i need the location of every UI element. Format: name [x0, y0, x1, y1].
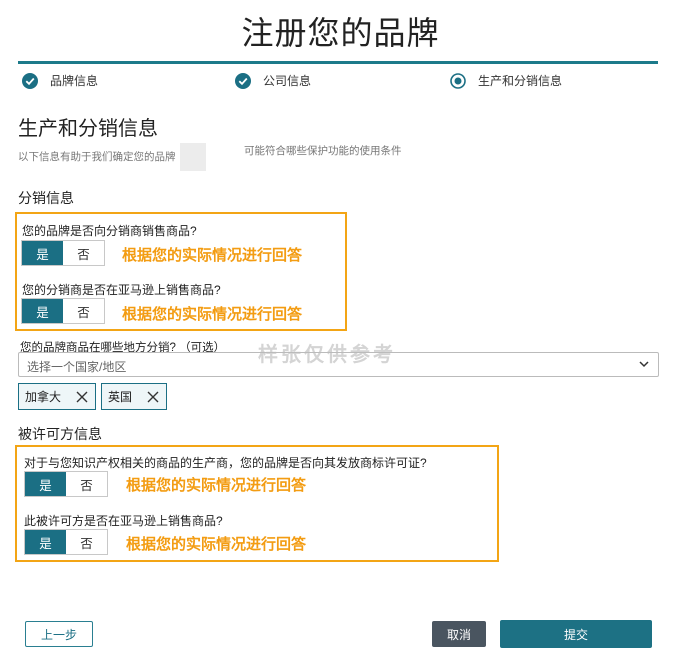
radio-current-icon	[450, 72, 466, 89]
distribution-question-2: 您的分销商是否在亚马逊上销售商品?	[22, 283, 221, 297]
no-option[interactable]: 否	[63, 241, 104, 265]
answer-hint: 根据您的实际情况进行回答	[126, 536, 307, 553]
step-label: 生产和分销信息	[478, 74, 563, 88]
step-brand-info: 品牌信息	[22, 72, 98, 89]
previous-step-button[interactable]: 上一步	[25, 621, 93, 647]
licensee-question-1: 对于与您知识产权相关的商品的生产商，您的品牌是否向其发放商标许可证?	[24, 456, 427, 470]
submit-button[interactable]: 提交	[500, 620, 652, 648]
redacted-brand-name	[180, 143, 207, 171]
answer-hint: 根据您的实际情况进行回答	[122, 247, 303, 264]
distribution-question-1: 您的品牌是否向分销商销售商品?	[22, 224, 197, 238]
step-company-info: 公司信息	[235, 72, 311, 89]
yes-option[interactable]: 是	[22, 299, 63, 323]
licensee-question-2: 此被许可方是否在亚马逊上销售商品?	[24, 514, 223, 528]
step-production-distribution: 生产和分销信息	[450, 72, 562, 89]
region-select-placeholder: 选择一个国家/地区	[27, 360, 127, 374]
licensee-heading: 被许可方信息	[18, 426, 102, 442]
region-chip-label: 加拿大	[25, 390, 62, 404]
check-circle-icon	[22, 72, 38, 89]
distribution-q1-toggle: 是 否	[21, 240, 105, 266]
yes-option[interactable]: 是	[25, 530, 66, 554]
check-circle-icon	[235, 72, 251, 89]
section-subtitle-part2: 可能符合哪些保护功能的使用条件	[244, 145, 402, 157]
yes-option[interactable]: 是	[22, 241, 63, 265]
region-select[interactable]: 选择一个国家/地区	[18, 352, 659, 377]
section-subtitle: 以下信息有助于我们确定您的品牌 可能符合哪些保护功能的使用条件	[18, 143, 402, 171]
close-icon[interactable]	[146, 390, 160, 404]
progress-bar	[18, 61, 658, 64]
no-option[interactable]: 否	[66, 472, 107, 496]
chevron-down-icon	[639, 361, 649, 368]
section-subtitle-part1: 以下信息有助于我们确定您的品牌	[18, 150, 176, 163]
page-title: 注册您的品牌	[241, 15, 440, 51]
yes-option[interactable]: 是	[25, 472, 66, 496]
no-option[interactable]: 否	[66, 530, 107, 554]
region-chip-label: 英国	[108, 390, 133, 404]
distribution-q2-toggle: 是 否	[21, 298, 105, 324]
distribution-heading: 分销信息	[18, 190, 74, 206]
section-title: 生产和分销信息	[18, 118, 158, 140]
close-icon[interactable]	[75, 390, 89, 404]
licensee-q2-toggle: 是 否	[24, 529, 108, 555]
step-label: 公司信息	[263, 74, 312, 88]
licensee-q1-toggle: 是 否	[24, 471, 108, 497]
region-chip-canada: 加拿大	[18, 383, 96, 410]
answer-hint: 根据您的实际情况进行回答	[122, 306, 303, 323]
no-option[interactable]: 否	[63, 299, 104, 323]
answer-hint: 根据您的实际情况进行回答	[126, 477, 307, 494]
cancel-button[interactable]: 取消	[432, 621, 486, 647]
region-chip-uk: 英国	[101, 383, 167, 410]
step-label: 品牌信息	[50, 74, 99, 88]
